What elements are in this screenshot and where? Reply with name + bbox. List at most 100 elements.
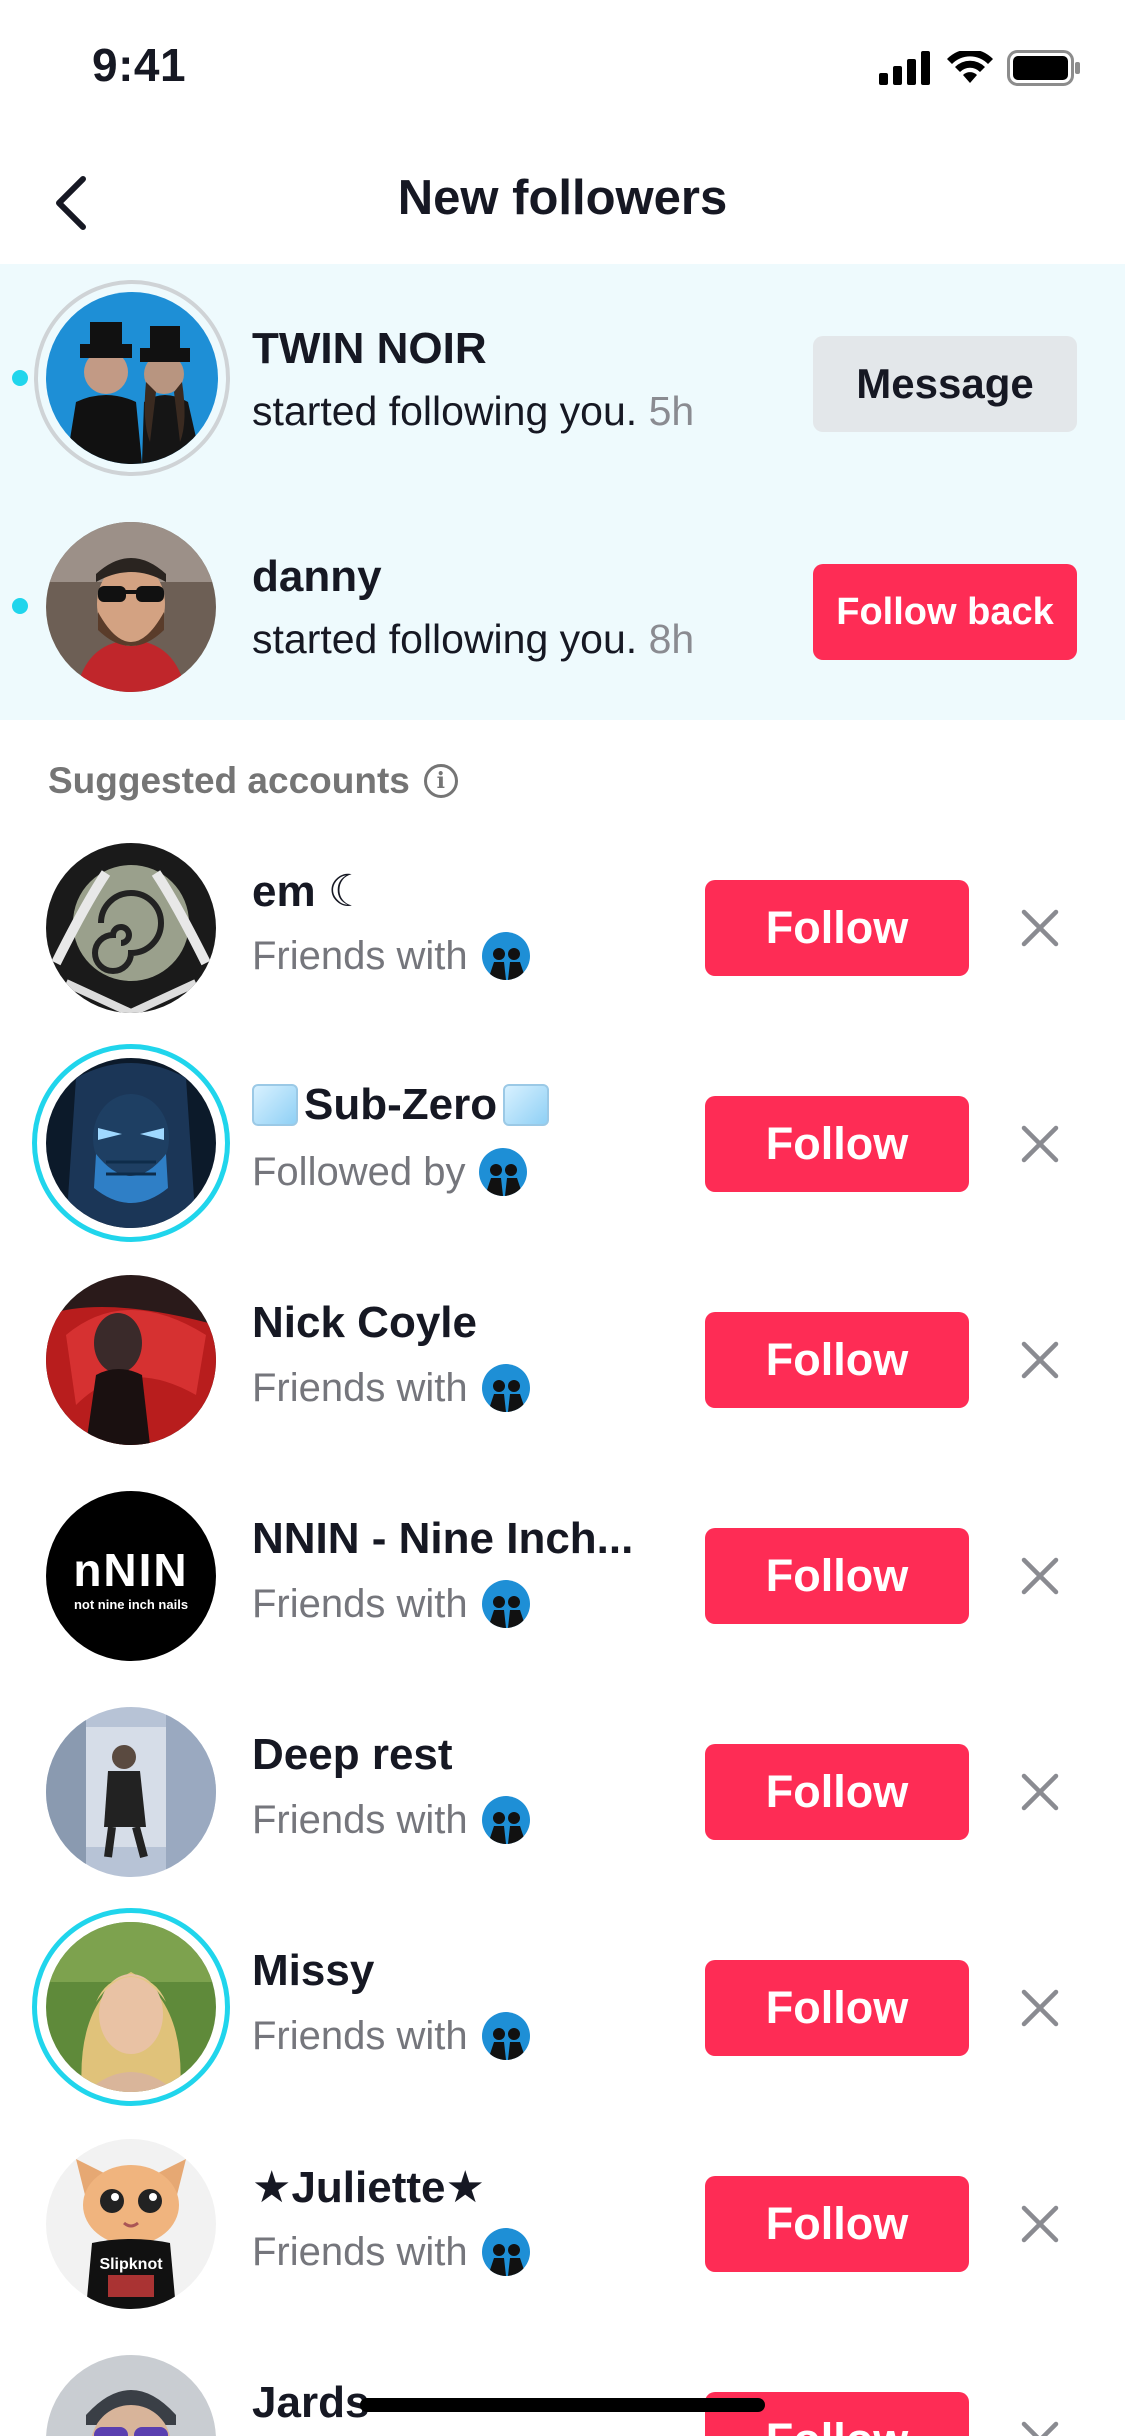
- close-icon: [1021, 1557, 1059, 1595]
- avatar[interactable]: [46, 522, 216, 692]
- dismiss-button[interactable]: [1010, 2410, 1070, 2436]
- suggested-account-row[interactable]: Missy Friends with Follow: [0, 1900, 1125, 2116]
- info-icon[interactable]: i: [423, 764, 458, 798]
- suggested-account-row[interactable]: nNIN not nine inch nails NNIN - Nine Inc…: [0, 1468, 1125, 1684]
- avatar-logo-subtext: not nine inch nails: [73, 1597, 189, 1612]
- avatar-logo-text: nNIN: [73, 1544, 189, 1596]
- follow-button[interactable]: Follow: [705, 1744, 969, 1840]
- account-relation: Followed by: [252, 1148, 528, 1196]
- dismiss-button[interactable]: [1010, 1978, 1070, 2038]
- dismiss-button[interactable]: [1010, 1330, 1070, 1390]
- activity-text: started following you.: [252, 616, 638, 662]
- follower-row[interactable]: TWIN NOIR started following you. 5h Mess…: [0, 264, 1125, 492]
- battery-icon: [1007, 50, 1080, 86]
- follow-button[interactable]: Follow: [705, 1960, 969, 2056]
- relation-text: Friends with: [252, 1581, 468, 1626]
- relation-text: Friends with: [252, 2229, 468, 2274]
- account-name[interactable]: Jards: [252, 2378, 369, 2428]
- mutual-avatar: [481, 1796, 530, 1844]
- unread-dot: [12, 370, 28, 386]
- svg-text:Slipknot: Slipknot: [99, 2256, 163, 2273]
- unread-dot: [12, 598, 28, 614]
- ice-cube-emoji: [503, 1084, 550, 1126]
- page-title: New followers: [397, 171, 728, 225]
- avatar[interactable]: [46, 843, 216, 1013]
- account-name[interactable]: Nick Coyle: [252, 1298, 477, 1348]
- follow-button[interactable]: Follow: [705, 1528, 969, 1624]
- follow-button[interactable]: Follow: [705, 1312, 969, 1408]
- close-icon: [1021, 2205, 1059, 2243]
- suggested-account-row[interactable]: Nick Coyle Friends with Follow: [0, 1252, 1125, 1468]
- message-button[interactable]: Message: [813, 336, 1077, 432]
- close-icon: [1021, 1773, 1059, 1811]
- avatar[interactable]: Slipknot: [46, 2139, 216, 2309]
- suggested-account-row[interactable]: Sub-Zero Followed by Follow: [0, 1036, 1125, 1252]
- follow-button[interactable]: Follow: [705, 880, 969, 976]
- dismiss-button[interactable]: [1010, 1114, 1070, 1174]
- account-name[interactable]: em ☾: [252, 866, 367, 917]
- wifi-icon: [947, 51, 993, 83]
- home-indicator[interactable]: [360, 2398, 765, 2412]
- close-icon: [1021, 2421, 1059, 2436]
- account-name: Sub-Zero: [304, 1080, 498, 1129]
- suggested-account-row[interactable]: Deep rest Friends with Follow: [0, 1684, 1125, 1900]
- activity-time: 5h: [648, 388, 695, 434]
- follower-name[interactable]: danny: [252, 552, 382, 602]
- follower-row[interactable]: danny started following you. 8h Follow b…: [0, 492, 1125, 720]
- close-icon: [1021, 1989, 1059, 2027]
- follow-button[interactable]: Follow: [705, 1096, 969, 1192]
- ice-cube-emoji: [252, 1084, 298, 1126]
- relation-text: Friends with: [252, 1365, 468, 1410]
- dismiss-button[interactable]: [1010, 1762, 1070, 1822]
- mutual-avatar: [481, 1364, 530, 1412]
- avatar[interactable]: [46, 2355, 216, 2436]
- close-icon: [1021, 1341, 1059, 1379]
- status-bar: 9:41: [0, 0, 1125, 140]
- relation-text: Friends with: [252, 2013, 468, 2058]
- relation-text: Friends with: [252, 1797, 468, 1842]
- dismiss-button[interactable]: [1010, 898, 1070, 958]
- avatar[interactable]: nNIN not nine inch nails: [46, 1491, 216, 1661]
- account-name-group[interactable]: Sub-Zero: [252, 1080, 550, 1130]
- suggested-account-row[interactable]: Slipknot ★Juliette★ Friends with Follow: [0, 2116, 1125, 2332]
- avatar[interactable]: [46, 1275, 216, 1445]
- suggested-account-row[interactable]: Jards Follow: [0, 2332, 1125, 2436]
- mutual-avatar: [481, 2228, 530, 2276]
- avatar[interactable]: [46, 1058, 216, 1228]
- mutual-avatar: [481, 1580, 530, 1628]
- dismiss-button[interactable]: [1010, 2194, 1070, 2254]
- suggested-account-row[interactable]: em ☾ Friends with Follow: [0, 820, 1125, 1036]
- new-followers-section: TWIN NOIR started following you. 5h Mess…: [0, 264, 1125, 720]
- account-name[interactable]: Deep rest: [252, 1730, 453, 1780]
- account-relation: Friends with: [252, 932, 530, 980]
- suggested-accounts-header: Suggested accounts i: [48, 760, 458, 802]
- status-time: 9:41: [92, 39, 187, 91]
- follow-button[interactable]: Follow: [705, 2176, 969, 2272]
- activity-text: started following you.: [252, 388, 638, 434]
- dismiss-button[interactable]: [1010, 1546, 1070, 1606]
- account-relation: Friends with: [252, 2228, 530, 2276]
- account-name[interactable]: ★Juliette★: [252, 2162, 485, 2213]
- account-relation: Friends with: [252, 2012, 530, 2060]
- status-icons: [879, 46, 1081, 90]
- follower-activity: started following you. 8h: [252, 616, 694, 663]
- cellular-signal-icon: [879, 51, 930, 85]
- account-name[interactable]: Missy: [252, 1946, 374, 1996]
- close-icon: [1021, 1125, 1059, 1163]
- relation-text: Friends with: [252, 933, 468, 978]
- avatar[interactable]: [46, 1707, 216, 1877]
- suggested-accounts-label: Suggested accounts: [48, 760, 410, 801]
- follow-back-button[interactable]: Follow back: [813, 564, 1077, 660]
- account-relation: Friends with: [252, 1796, 530, 1844]
- follower-name[interactable]: TWIN NOIR: [252, 324, 487, 374]
- avatar[interactable]: [46, 1922, 216, 2092]
- mutual-avatar: [481, 2012, 530, 2060]
- follower-activity: started following you. 5h: [252, 388, 694, 435]
- relation-text: Followed by: [252, 1149, 466, 1194]
- avatar[interactable]: [46, 292, 218, 464]
- activity-time: 8h: [648, 616, 695, 662]
- account-relation: Friends with: [252, 1364, 530, 1412]
- account-relation: Friends with: [252, 1580, 530, 1628]
- nav-bar: New followers: [0, 140, 1125, 264]
- account-name[interactable]: NNIN - Nine Inch...: [252, 1514, 633, 1564]
